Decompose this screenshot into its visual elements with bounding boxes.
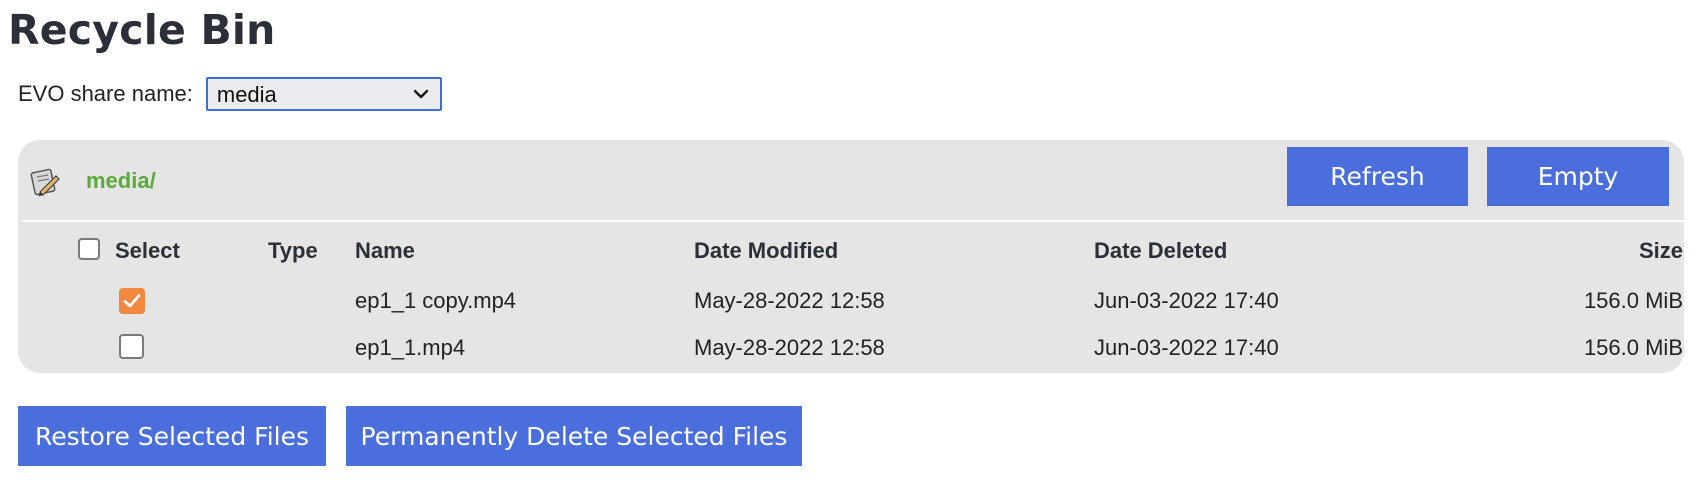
column-header-date-modified: Date Modified [694,238,839,263]
restore-selected-button[interactable]: Restore Selected Files [18,406,326,466]
row-date-modified: May-28-2022 12:58 [694,288,885,313]
panel-divider [22,220,1684,222]
row-checkbox[interactable] [119,288,145,314]
folder-pencil-icon [30,168,60,197]
row-date-deleted: Jun-03-2022 17:40 [1094,335,1279,360]
share-select-value: media [216,82,277,107]
row-name: ep1_1 copy.mp4 [355,288,517,313]
column-header-size: Size [1638,238,1683,263]
column-header-name: Name [355,238,415,263]
select-all-checkbox[interactable] [78,238,100,260]
column-header-date-deleted: Date Deleted [1094,238,1228,263]
row-date-modified: May-28-2022 12:58 [694,335,885,360]
row-size: 156.0 MiB [1583,288,1683,313]
row-date-deleted: Jun-03-2022 17:40 [1094,288,1279,313]
share-selector-row: EVO share name: media [18,76,442,112]
chevron-down-icon [413,89,429,99]
permanently-delete-button[interactable]: Permanently Delete Selected Files [346,406,802,466]
empty-button[interactable]: Empty [1487,147,1669,206]
share-select[interactable]: media [205,77,442,111]
checkmark-icon [123,294,141,308]
share-label: EVO share name: [18,81,193,106]
refresh-button[interactable]: Refresh [1287,147,1468,206]
row-size: 156.0 MiB [1583,335,1683,360]
current-path: media/ [86,168,156,193]
column-header-type: Type [268,238,318,263]
row-name: ep1_1.mp4 [355,335,466,360]
row-checkbox[interactable] [119,334,144,359]
column-header-select: Select [115,238,180,263]
page-title: Recycle Bin [8,6,276,54]
